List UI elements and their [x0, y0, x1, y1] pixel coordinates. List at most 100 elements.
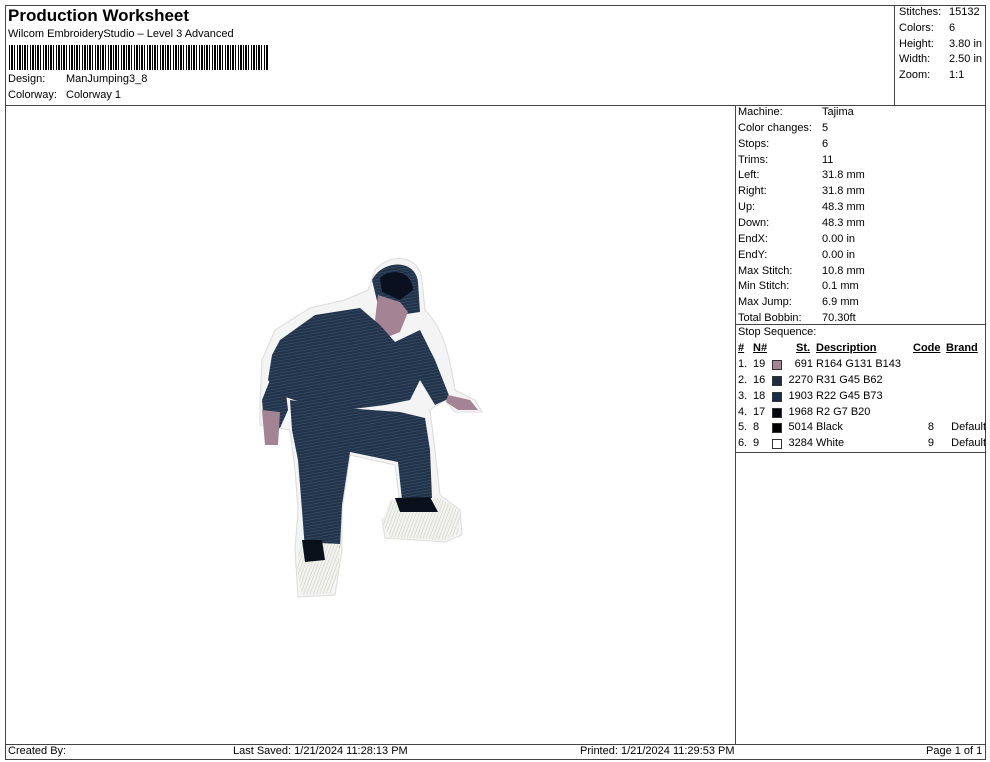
info-label: Max Jump:: [738, 296, 792, 309]
machine-info-row: Color changes: 5: [738, 122, 828, 134]
info-value: 0.1 mm: [822, 280, 859, 293]
thread-description: White: [816, 437, 845, 450]
stat-label: Width:: [899, 53, 931, 65]
info-label: Trims:: [738, 153, 769, 166]
machine-info-row: Machine: Tajima: [738, 106, 854, 118]
info-value: 0.00 in: [822, 232, 856, 245]
stat-label: Stitches:: [899, 6, 942, 18]
thread-description: R31 G45 B62: [816, 373, 883, 386]
info-label: Color changes:: [738, 121, 812, 134]
colorway-label: Colorway:: [8, 89, 57, 101]
info-label: Left:: [738, 169, 760, 182]
thread-brand: Default: [951, 437, 986, 450]
sequence-header: # N# St. Description Code Brand: [738, 342, 986, 357]
color-swatch: [772, 439, 782, 450]
stat-value: 15132: [949, 6, 980, 18]
printed-date: Printed: 1/21/2024 11:29:53 PM: [580, 745, 735, 757]
stitch-count: 2270: [788, 373, 813, 386]
machine-info-row: Stops: 6: [738, 138, 828, 150]
sequence-num: 6.: [738, 437, 748, 450]
machine-info-row: EndY: 0.00 in: [738, 249, 855, 261]
stats-box: Stitches: 15132 Colors: 6 Height: 3.80 in W…: [894, 5, 986, 105]
colorway-row: Colorway: Colorway 1: [8, 89, 121, 101]
stat-value: 1:1: [949, 69, 965, 81]
stat-colors: Colors: 6: [899, 22, 955, 34]
created-by: Created By:: [8, 745, 67, 757]
machine-info-row: Right: 31.8 mm: [738, 185, 865, 197]
sequence-row: 3. 18 1903 R22 G45 B73: [738, 390, 986, 405]
color-swatch: [772, 423, 782, 434]
thread-description: R22 G45 B73: [816, 389, 883, 402]
info-label: Total Bobbin:: [738, 312, 802, 325]
stitch-count: 1968: [788, 405, 813, 418]
stat-label: Zoom:: [899, 69, 931, 81]
needle-number: 16: [753, 373, 766, 386]
color-swatch: [772, 407, 782, 418]
info-value: 6.9 mm: [822, 296, 859, 309]
thread-code: 8: [927, 421, 934, 434]
thread-description: Black: [816, 421, 843, 434]
col-brand: Brand: [946, 342, 978, 354]
embroidery-design-preview: [259, 258, 483, 598]
info-value: 31.8 mm: [822, 185, 865, 198]
machine-info-row: Total Bobbin: 70.30ft: [738, 312, 856, 324]
software-name: Wilcom EmbroideryStudio – Level 3 Advanc…: [8, 28, 234, 40]
machine-info-row: Min Stitch: 0.1 mm: [738, 280, 859, 292]
info-label: Machine:: [738, 106, 783, 118]
footer-divider: [5, 744, 986, 745]
barcode: [9, 45, 269, 70]
sequence-num: 4.: [738, 405, 748, 418]
thread-description: R2 G7 B20: [816, 405, 871, 418]
info-value: 48.3 mm: [822, 216, 865, 229]
colorway-value: Colorway 1: [66, 89, 122, 101]
sequence-row: 1. 19 691 R164 G131 B143: [738, 358, 986, 373]
sequence-row: 6. 9 3284 White 9 Default: [738, 437, 986, 452]
left-shoe-top: [302, 540, 325, 562]
left-hand: [262, 410, 280, 445]
info-label: Max Stitch:: [738, 264, 793, 277]
sequence-row: 4. 17 1968 R2 G7 B20: [738, 406, 986, 421]
info-value: 6: [822, 137, 829, 150]
stat-label: Colors:: [899, 22, 934, 34]
col-num: #: [738, 342, 745, 354]
design-row: Design: ManJumping3_8: [8, 73, 147, 85]
sequence-end-divider: [735, 452, 986, 453]
color-swatch: [772, 360, 782, 370]
col-desc: Description: [816, 342, 877, 354]
needle-number: 17: [753, 405, 766, 418]
info-label: EndY:: [738, 248, 768, 261]
stat-value: 3.80 in: [949, 38, 983, 50]
info-label: Right:: [738, 185, 767, 198]
info-value: 10.8 mm: [822, 264, 865, 277]
info-value: 11: [822, 153, 834, 166]
stitch-count: 1903: [788, 389, 813, 402]
info-value: Tajima: [822, 106, 854, 118]
stat-width: Width: 2.50 in: [899, 53, 982, 65]
stitch-count: 5014: [788, 421, 813, 434]
thread-brand: Default: [951, 421, 986, 434]
info-value: 70.30ft: [822, 312, 856, 325]
info-label: Stops:: [738, 137, 770, 150]
design-value: ManJumping3_8: [66, 73, 148, 85]
info-value: 31.8 mm: [822, 169, 865, 182]
panel-divider: [735, 105, 736, 745]
thread-code: 9: [927, 437, 934, 450]
stitch-count: 691: [794, 358, 813, 370]
stat-stitches: Stitches: 15132: [899, 6, 980, 18]
stat-value: 6: [949, 22, 956, 34]
needle-number: 8: [753, 421, 760, 434]
info-label: Down:: [738, 216, 770, 229]
machine-info-row: Trims: 11: [738, 154, 833, 166]
sequence-num: 2.: [738, 373, 748, 386]
stat-height: Height: 3.80 in: [899, 38, 982, 50]
stat-zoom: Zoom: 1:1: [899, 69, 964, 81]
thread-description: R164 G131 B143: [816, 358, 902, 370]
sequence-divider: [735, 324, 986, 325]
info-label: Up:: [738, 201, 756, 214]
sequence-row: 5. 8 5014 Black 8 Default: [738, 421, 986, 436]
stop-sequence-title: Stop Sequence:: [738, 326, 817, 338]
machine-info-row: Max Stitch: 10.8 mm: [738, 265, 865, 277]
sequence-num: 5.: [738, 421, 748, 434]
info-label: EndX:: [738, 232, 768, 245]
sequence-num: 3.: [738, 389, 748, 402]
